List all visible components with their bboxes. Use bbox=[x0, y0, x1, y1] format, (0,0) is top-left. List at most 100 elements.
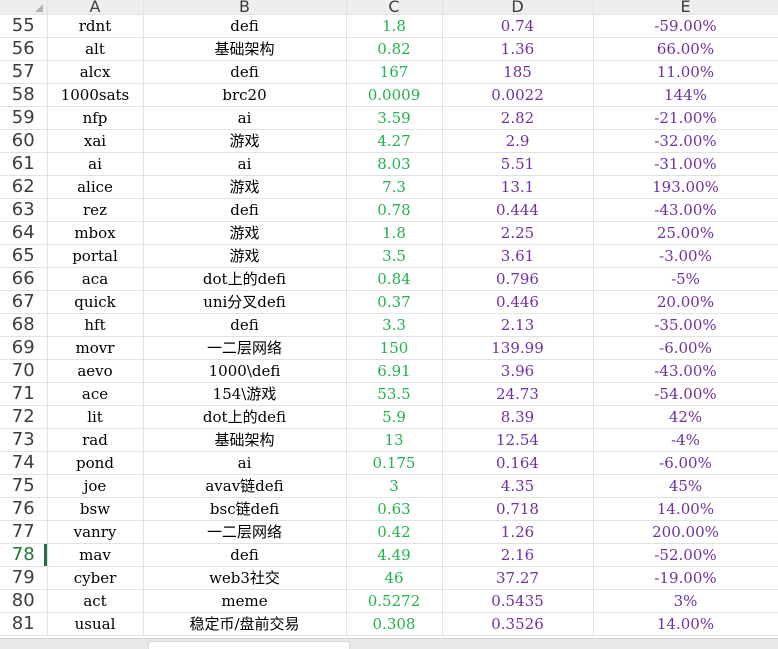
cell-b[interactable]: meme bbox=[143, 589, 347, 613]
cell-b[interactable]: web3社交 bbox=[143, 566, 347, 590]
cell-e[interactable]: -35.00% bbox=[593, 313, 778, 337]
row-header[interactable]: 68 bbox=[0, 313, 48, 337]
cell-c[interactable]: 4.27 bbox=[346, 129, 443, 153]
horizontal-scrollbar[interactable] bbox=[0, 638, 778, 649]
cell-d[interactable]: 185 bbox=[442, 60, 594, 84]
row-header[interactable]: 77 bbox=[0, 520, 48, 544]
row-header[interactable]: 81 bbox=[0, 612, 48, 636]
cell-d[interactable]: 5.51 bbox=[442, 152, 594, 176]
cell-b[interactable]: dot上的defi bbox=[143, 405, 347, 429]
cell-e[interactable]: -32.00% bbox=[593, 129, 778, 153]
cell-c[interactable]: 0.5272 bbox=[346, 589, 443, 613]
cell-c[interactable]: 13 bbox=[346, 428, 443, 452]
cell-d[interactable]: 2.16 bbox=[442, 543, 594, 567]
cell-d[interactable]: 0.446 bbox=[442, 290, 594, 314]
cell-d[interactable]: 8.39 bbox=[442, 405, 594, 429]
row-header[interactable]: 76 bbox=[0, 497, 48, 521]
cell-e[interactable]: -6.00% bbox=[593, 451, 778, 475]
cell-d[interactable]: 0.3526 bbox=[442, 612, 594, 636]
cell-a[interactable]: rez bbox=[47, 198, 144, 222]
row-header[interactable]: 78 bbox=[0, 543, 48, 567]
cell-b[interactable]: 游戏 bbox=[143, 244, 347, 268]
cell-e[interactable]: -3.00% bbox=[593, 244, 778, 268]
scrollbar-thumb[interactable] bbox=[148, 641, 350, 649]
cell-e[interactable]: 14.00% bbox=[593, 497, 778, 521]
cell-e[interactable]: -31.00% bbox=[593, 152, 778, 176]
row-header[interactable]: 66 bbox=[0, 267, 48, 291]
cell-c[interactable]: 3.59 bbox=[346, 106, 443, 130]
column-header-e[interactable]: E bbox=[593, 0, 778, 15]
cell-c[interactable]: 5.9 bbox=[346, 405, 443, 429]
cell-e[interactable]: 3% bbox=[593, 589, 778, 613]
row-header[interactable]: 73 bbox=[0, 428, 48, 452]
cell-e[interactable]: -19.00% bbox=[593, 566, 778, 590]
cell-a[interactable]: alice bbox=[47, 175, 144, 199]
row-header[interactable]: 80 bbox=[0, 589, 48, 613]
cell-c[interactable]: 0.78 bbox=[346, 198, 443, 222]
cell-c[interactable]: 0.42 bbox=[346, 520, 443, 544]
cell-d[interactable]: 0.0022 bbox=[442, 83, 594, 107]
cell-e[interactable]: 42% bbox=[593, 405, 778, 429]
cell-e[interactable]: -54.00% bbox=[593, 382, 778, 406]
cell-c[interactable]: 53.5 bbox=[346, 382, 443, 406]
cell-d[interactable]: 0.796 bbox=[442, 267, 594, 291]
cell-e[interactable]: -6.00% bbox=[593, 336, 778, 360]
cell-a[interactable]: hft bbox=[47, 313, 144, 337]
row-header[interactable]: 60 bbox=[0, 129, 48, 153]
cell-c[interactable]: 0.175 bbox=[346, 451, 443, 475]
cell-e[interactable]: -43.00% bbox=[593, 198, 778, 222]
cell-e[interactable]: 45% bbox=[593, 474, 778, 498]
cell-e[interactable]: 14.00% bbox=[593, 612, 778, 636]
cell-c[interactable]: 167 bbox=[346, 60, 443, 84]
cell-a[interactable]: joe bbox=[47, 474, 144, 498]
cell-d[interactable]: 0.444 bbox=[442, 198, 594, 222]
cell-b[interactable]: ai bbox=[143, 451, 347, 475]
cell-c[interactable]: 0.0009 bbox=[346, 83, 443, 107]
cell-d[interactable]: 139.99 bbox=[442, 336, 594, 360]
cell-b[interactable]: 游戏 bbox=[143, 175, 347, 199]
row-header[interactable]: 71 bbox=[0, 382, 48, 406]
cell-d[interactable]: 1.26 bbox=[442, 520, 594, 544]
cell-a[interactable]: mbox bbox=[47, 221, 144, 245]
cell-a[interactable]: aevo bbox=[47, 359, 144, 383]
cell-c[interactable]: 3 bbox=[346, 474, 443, 498]
cell-a[interactable]: alcx bbox=[47, 60, 144, 84]
cell-a[interactable]: vanry bbox=[47, 520, 144, 544]
cell-d[interactable]: 37.27 bbox=[442, 566, 594, 590]
cell-d[interactable]: 2.9 bbox=[442, 129, 594, 153]
cell-a[interactable]: cyber bbox=[47, 566, 144, 590]
column-header-a[interactable]: A bbox=[47, 0, 144, 15]
cell-e[interactable]: 193.00% bbox=[593, 175, 778, 199]
cell-b[interactable]: ai bbox=[143, 152, 347, 176]
cell-d[interactable]: 24.73 bbox=[442, 382, 594, 406]
cell-d[interactable]: 2.13 bbox=[442, 313, 594, 337]
cell-b[interactable]: defi bbox=[143, 60, 347, 84]
cell-b[interactable]: bsc链defi bbox=[143, 497, 347, 521]
cell-c[interactable]: 0.84 bbox=[346, 267, 443, 291]
row-header[interactable]: 72 bbox=[0, 405, 48, 429]
cell-e[interactable]: 200.00% bbox=[593, 520, 778, 544]
cell-c[interactable]: 6.91 bbox=[346, 359, 443, 383]
cell-c[interactable]: 46 bbox=[346, 566, 443, 590]
cell-a[interactable]: mav bbox=[47, 543, 144, 567]
row-header[interactable]: 67 bbox=[0, 290, 48, 314]
cell-c[interactable]: 3.3 bbox=[346, 313, 443, 337]
row-header[interactable]: 55 bbox=[0, 14, 48, 38]
cell-a[interactable]: rad bbox=[47, 428, 144, 452]
cell-e[interactable]: 11.00% bbox=[593, 60, 778, 84]
cell-c[interactable]: 3.5 bbox=[346, 244, 443, 268]
cell-d[interactable]: 12.54 bbox=[442, 428, 594, 452]
cell-e[interactable]: 25.00% bbox=[593, 221, 778, 245]
cell-b[interactable]: 游戏 bbox=[143, 221, 347, 245]
cell-c[interactable]: 4.49 bbox=[346, 543, 443, 567]
row-header[interactable]: 57 bbox=[0, 60, 48, 84]
cell-e[interactable]: -4% bbox=[593, 428, 778, 452]
select-all-corner[interactable] bbox=[0, 0, 48, 15]
cell-c[interactable]: 0.63 bbox=[346, 497, 443, 521]
row-header[interactable]: 61 bbox=[0, 152, 48, 176]
cell-c[interactable]: 1.8 bbox=[346, 221, 443, 245]
cell-a[interactable]: quick bbox=[47, 290, 144, 314]
row-header[interactable]: 74 bbox=[0, 451, 48, 475]
cell-d[interactable]: 4.35 bbox=[442, 474, 594, 498]
cell-b[interactable]: 游戏 bbox=[143, 129, 347, 153]
